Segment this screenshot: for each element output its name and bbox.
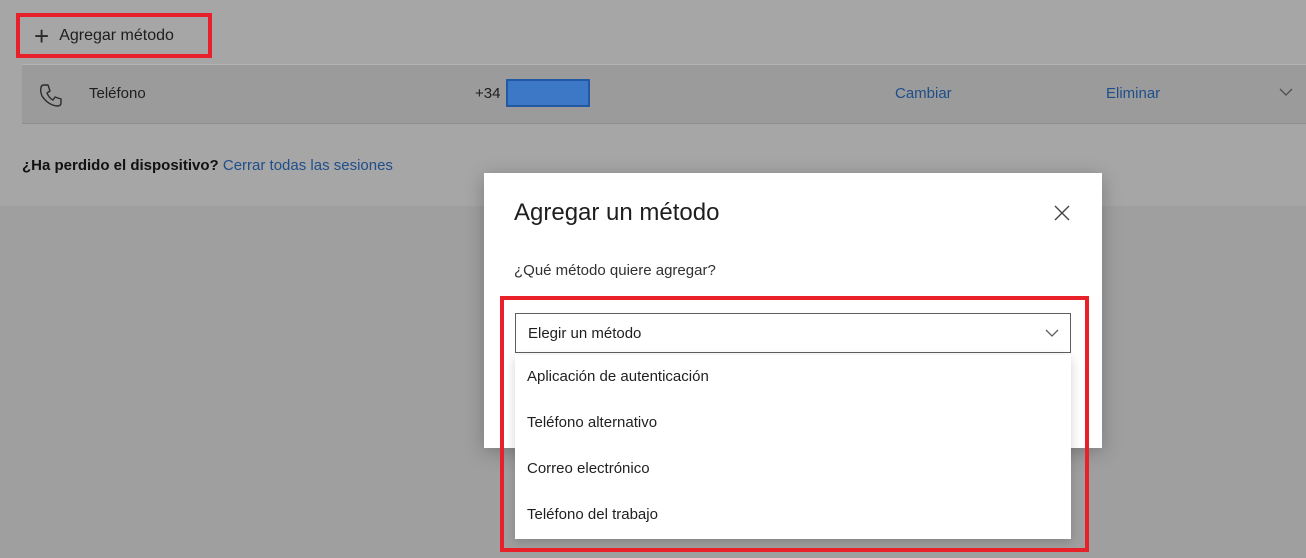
method-type-label: Teléfono [89,85,146,102]
highlight-box [500,296,1089,552]
sign-out-everywhere-link[interactable]: Cerrar todas las sesiones [223,157,393,174]
add-method-button[interactable]: + Agregar método [16,13,212,58]
redacted-phone-number [506,79,590,107]
security-info-page: + Agregar método Teléfono +34 Cambiar El… [0,0,1306,558]
dialog-title: Agregar un método [514,199,720,226]
plus-icon: + [34,20,50,51]
lost-device-question: ¿Ha perdido el dispositivo? [22,157,219,174]
delete-link[interactable]: Eliminar [1106,85,1160,102]
phone-method-row: Teléfono +34 Cambiar Eliminar [22,64,1306,124]
dialog-question: ¿Qué método quiere agregar? [514,262,716,279]
lost-device-text: ¿Ha perdido el dispositivo? Cerrar todas… [22,157,393,174]
change-link[interactable]: Cambiar [895,85,952,102]
chevron-down-icon[interactable] [1278,85,1294,99]
close-icon[interactable] [1053,204,1071,222]
add-method-label: Agregar método [59,26,174,44]
phone-icon [39,84,62,107]
phone-prefix: +34 [475,85,501,102]
